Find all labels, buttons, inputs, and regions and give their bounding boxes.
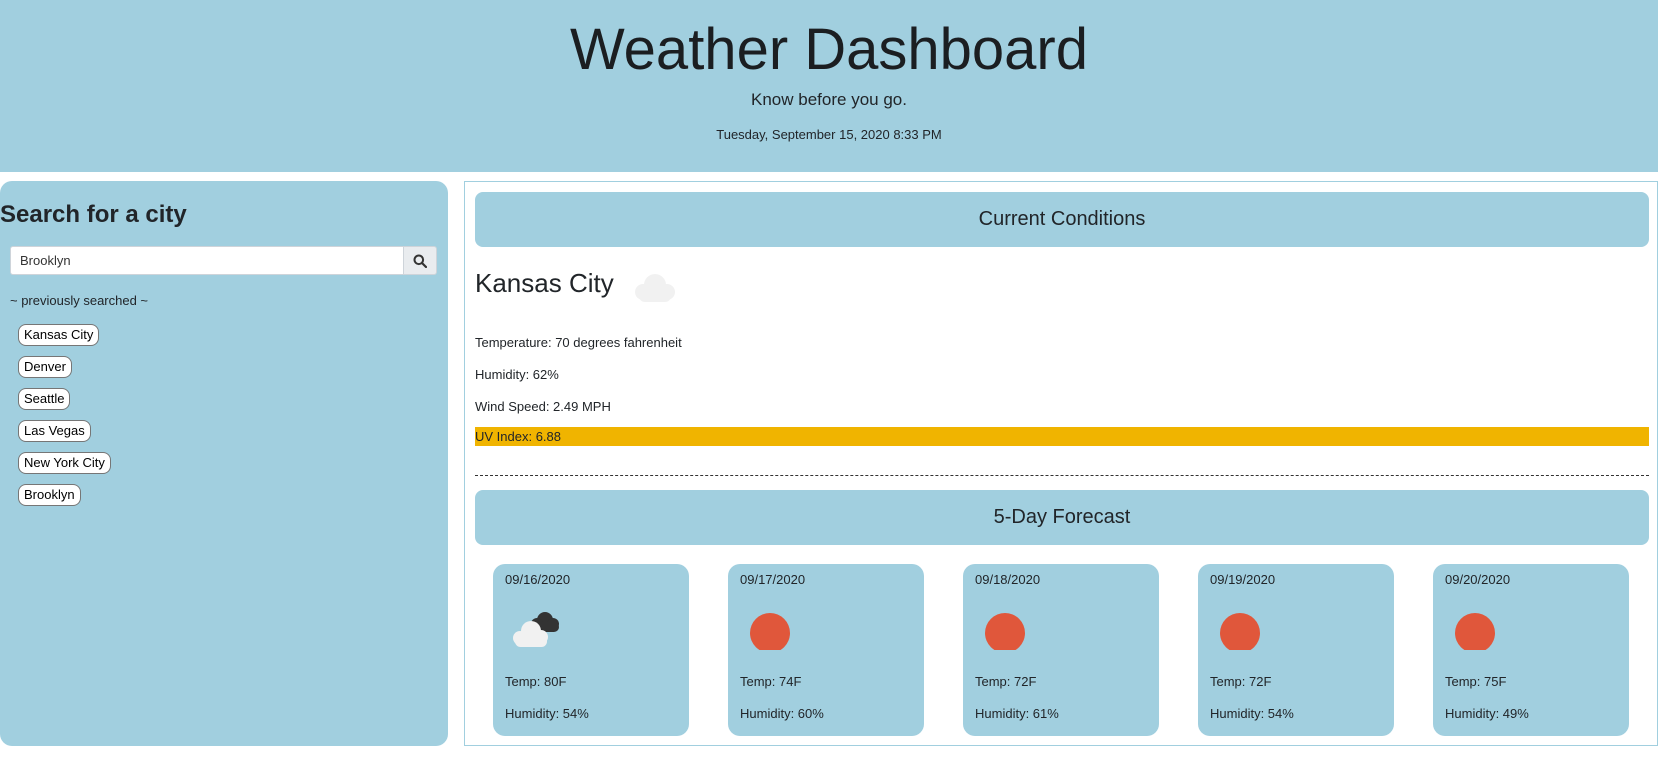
current-humidity: Humidity: 62%	[475, 367, 559, 382]
forecast-date: 09/16/2020	[505, 572, 571, 587]
forecast-card: 09/19/2020 Temp: 72F Humidity: 54%	[1198, 564, 1394, 736]
history-city-button[interactable]: Brooklyn	[18, 484, 81, 506]
page-header: Weather Dashboard Know before you go. Tu…	[0, 0, 1658, 172]
current-datetime: Tuesday, September 15, 2020 8:33 PM	[716, 127, 942, 142]
history-city-button[interactable]: Las Vegas	[18, 420, 91, 442]
sun-icon	[1210, 606, 1270, 655]
forecast-date: 09/17/2020	[740, 572, 806, 587]
forecast-humidity: Humidity: 60%	[740, 706, 824, 721]
broken-clouds-icon	[505, 606, 565, 655]
search-button[interactable]	[404, 246, 437, 275]
current-wind-speed: Wind Speed: 2.49 MPH	[475, 399, 611, 414]
search-heading: Search for a city	[0, 200, 187, 228]
forecast-card: 09/17/2020 Temp: 74F Humidity: 60%	[728, 564, 924, 736]
page-title: Weather Dashboard	[569, 17, 1088, 82]
forecast-humidity: Humidity: 54%	[1210, 706, 1294, 721]
previous-cities-list: Kansas City Denver Seattle Las Vegas New…	[18, 324, 111, 516]
uv-index-bar: UV Index: 6.88	[475, 427, 1649, 446]
sun-icon	[1445, 606, 1505, 655]
forecast-date: 09/19/2020	[1210, 572, 1276, 587]
forecast-date: 09/18/2020	[975, 572, 1041, 587]
search-form	[10, 246, 437, 275]
sun-icon	[740, 606, 800, 655]
history-city-button[interactable]: Denver	[18, 356, 72, 378]
cloud-icon	[629, 270, 681, 311]
forecast-humidity: Humidity: 49%	[1445, 706, 1529, 721]
tagline: Know before you go.	[751, 90, 907, 109]
forecast-temp: Temp: 72F	[1210, 674, 1272, 689]
search-icon	[413, 254, 427, 268]
forecast-card: 09/20/2020 Temp: 75F Humidity: 49%	[1433, 564, 1629, 736]
forecast-banner: 5-Day Forecast	[475, 490, 1649, 545]
current-temperature: Temperature: 70 degrees fahrenheit	[475, 335, 682, 350]
forecast-temp: Temp: 72F	[975, 674, 1037, 689]
forecast-humidity: Humidity: 61%	[975, 706, 1059, 721]
previously-searched-label: ~ previously searched ~	[10, 293, 149, 308]
city-search-input[interactable]	[10, 246, 404, 275]
forecast-humidity: Humidity: 54%	[505, 706, 589, 721]
current-city-name: Kansas City	[475, 268, 614, 298]
history-city-button[interactable]: Kansas City	[18, 324, 100, 346]
forecast-temp: Temp: 75F	[1445, 674, 1507, 689]
forecast-card: 09/16/2020 Temp: 80F Humidity: 54%	[493, 564, 689, 736]
forecast-temp: Temp: 80F	[505, 674, 567, 689]
weather-main-panel: Current Conditions Kansas City Temperatu…	[464, 181, 1658, 746]
section-divider	[475, 475, 1649, 476]
sun-icon	[975, 606, 1035, 655]
forecast-temp: Temp: 74F	[740, 674, 802, 689]
current-conditions-banner: Current Conditions	[475, 192, 1649, 247]
history-city-button[interactable]: New York City	[18, 452, 111, 474]
forecast-card: 09/18/2020 Temp: 72F Humidity: 61%	[963, 564, 1159, 736]
history-city-button[interactable]: Seattle	[18, 388, 71, 410]
forecast-date: 09/20/2020	[1445, 572, 1511, 587]
